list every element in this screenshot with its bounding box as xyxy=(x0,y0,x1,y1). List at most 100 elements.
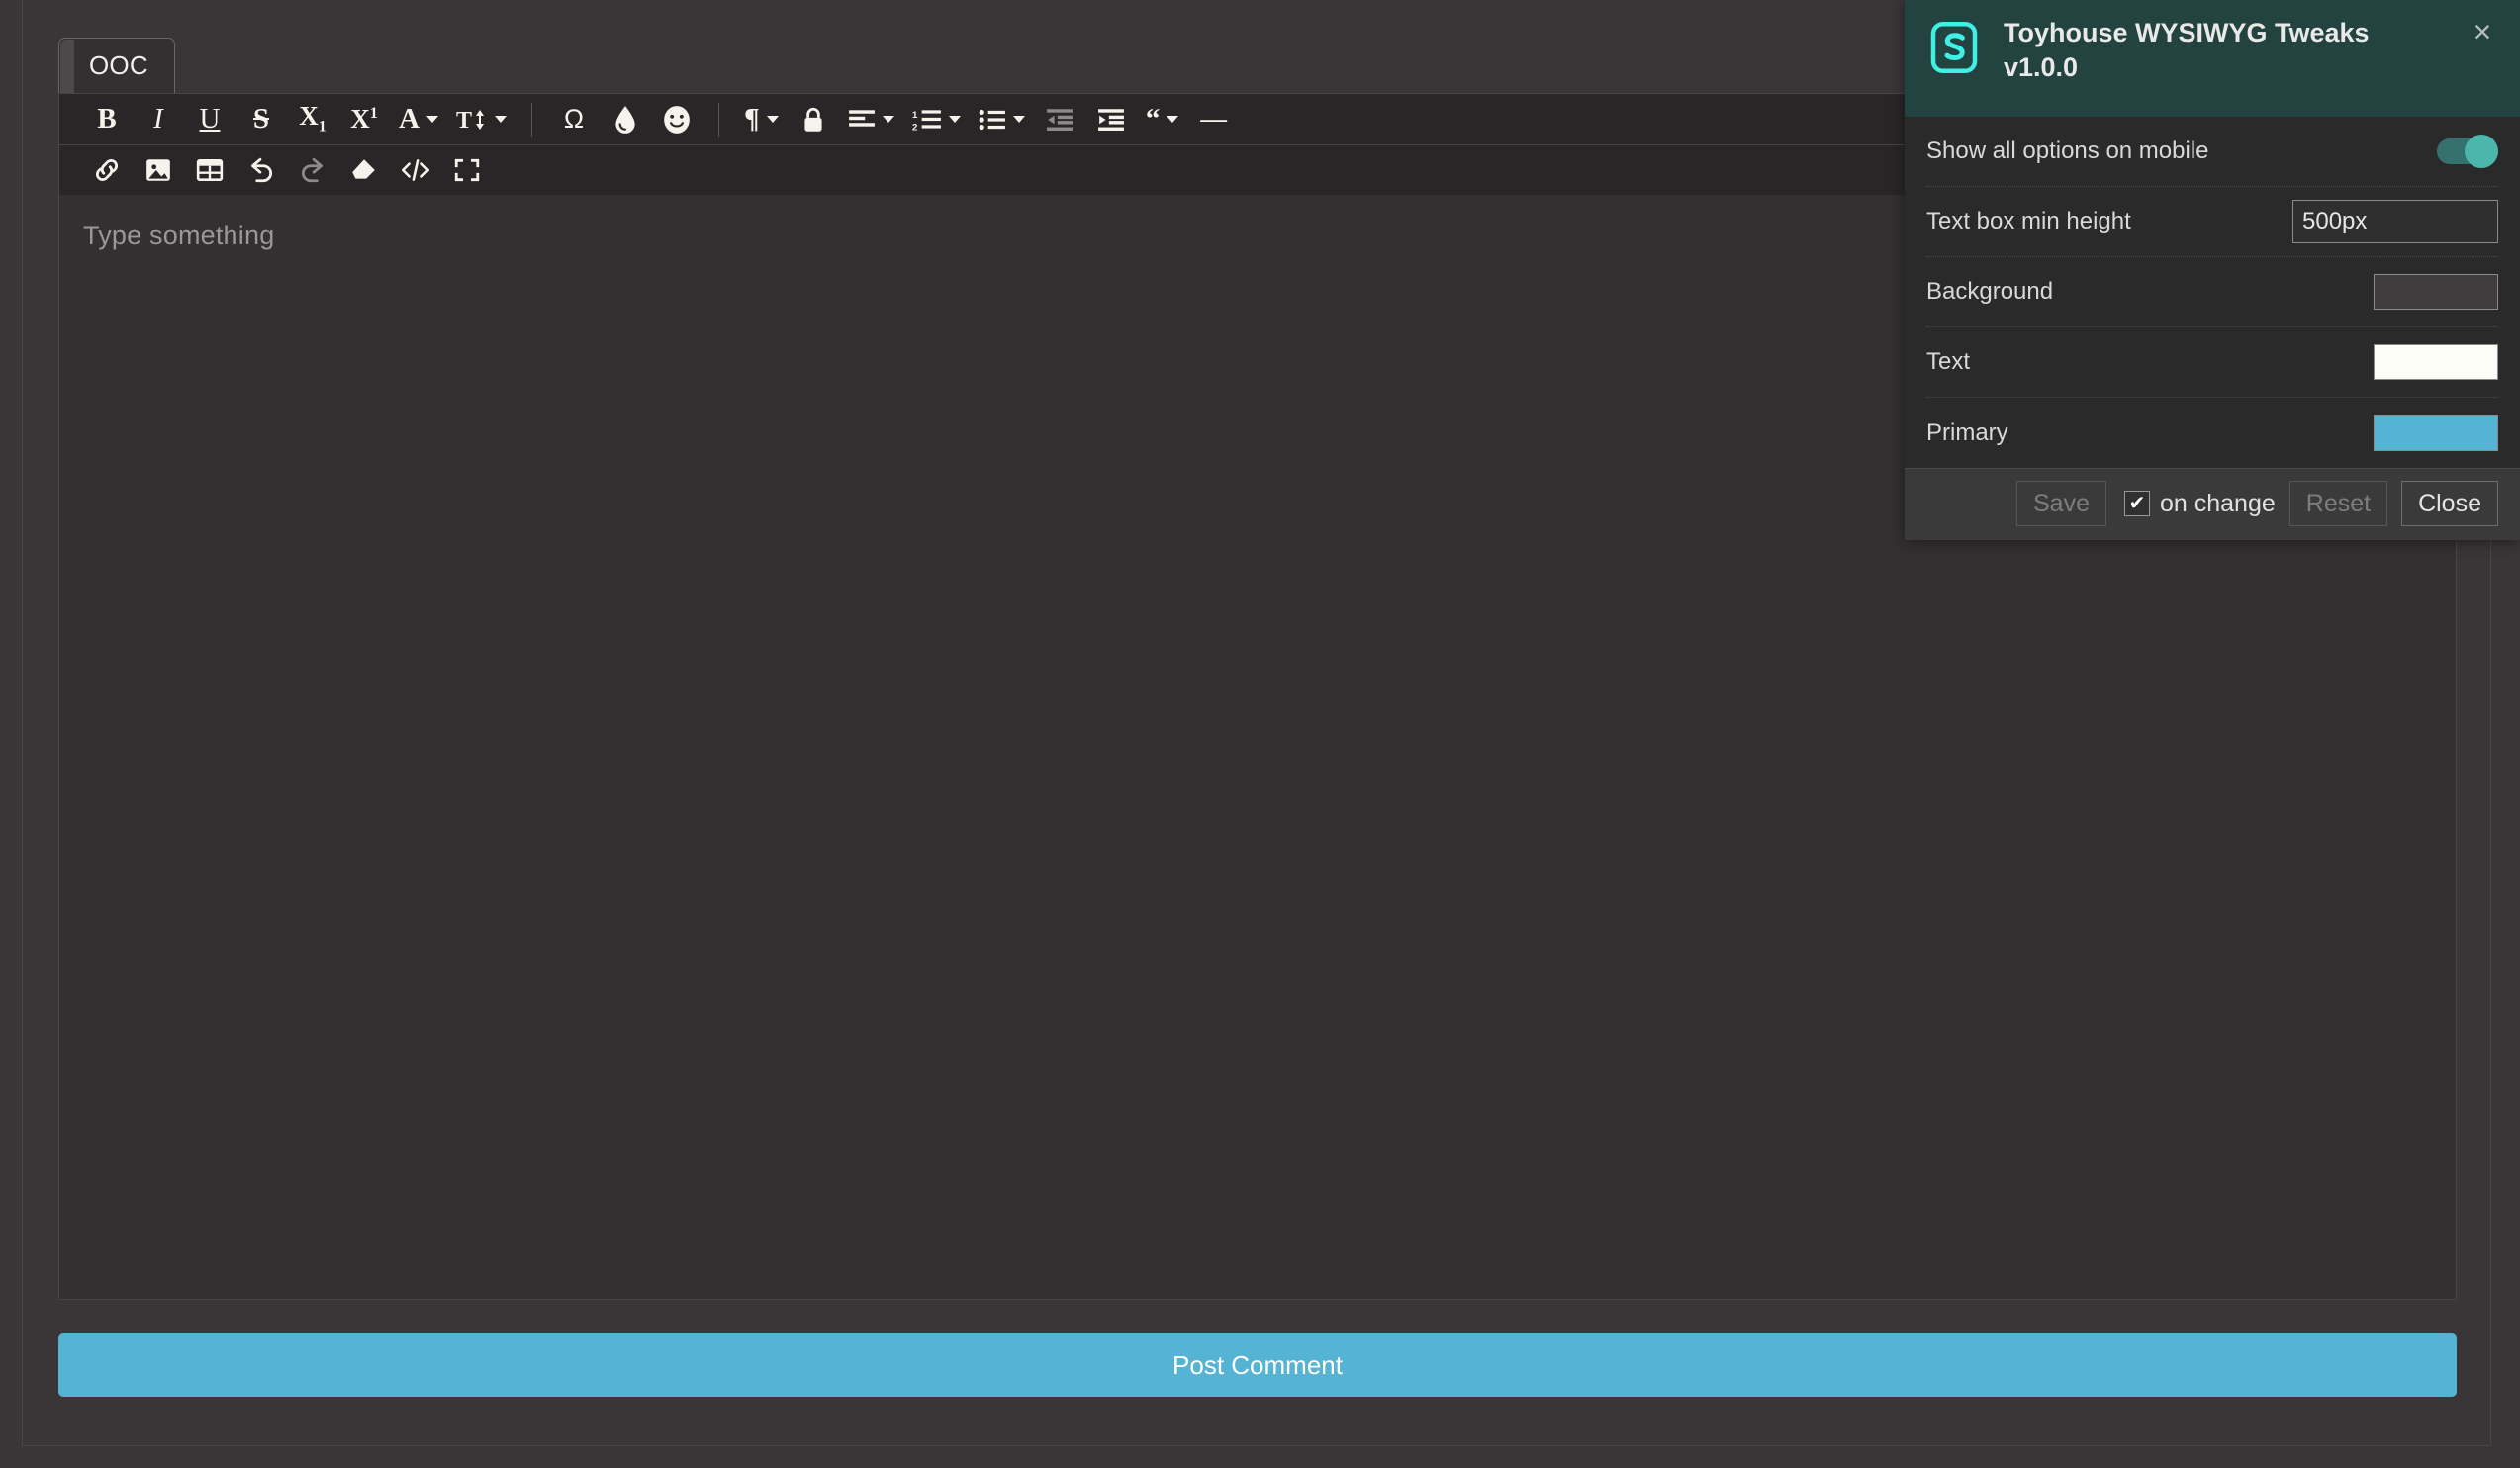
pilcrow-icon: ¶ xyxy=(743,103,760,135)
horizontal-rule-icon: — xyxy=(1200,104,1228,134)
image-icon xyxy=(146,159,170,181)
bold-icon: B xyxy=(97,103,117,135)
underline-icon: U xyxy=(199,103,221,135)
text-color-button[interactable] xyxy=(608,98,642,141)
toolbar-separator xyxy=(530,102,532,137)
code-icon xyxy=(401,159,430,181)
ordered-list-icon: 1 2 xyxy=(912,109,941,133)
emoji-button[interactable] xyxy=(660,98,694,141)
chevron-down-icon xyxy=(882,116,894,123)
setting-label-show-all-options: Show all options on mobile xyxy=(1926,138,2209,164)
align-button[interactable] xyxy=(848,98,894,141)
font-family-button[interactable]: A xyxy=(399,98,438,141)
subscript-button[interactable]: X1 xyxy=(296,98,329,141)
font-size-icon: T xyxy=(456,108,484,134)
code-view-button[interactable] xyxy=(399,148,432,192)
show-all-options-toggle[interactable] xyxy=(2437,135,2498,168)
stylus-s-logo-icon xyxy=(1930,21,1978,74)
font-family-icon: A xyxy=(399,103,420,135)
superscript-button[interactable]: X1 xyxy=(347,98,381,141)
setting-row-text-box-min-height: Text box min height xyxy=(1926,187,2498,257)
omega-icon: Ω xyxy=(563,104,585,134)
special-character-button[interactable]: Ω xyxy=(557,98,591,141)
outdent-button[interactable] xyxy=(1043,98,1076,141)
underline-button[interactable]: U xyxy=(193,98,227,141)
chevron-down-icon xyxy=(494,116,507,123)
blockquote-button[interactable]: “ xyxy=(1146,98,1179,141)
on-change-checkbox[interactable]: ✔ xyxy=(2123,491,2150,516)
ordered-list-button[interactable]: 1 2 xyxy=(912,98,961,141)
svg-text:1: 1 xyxy=(912,109,918,120)
droplet-icon xyxy=(615,105,635,134)
redo-button[interactable] xyxy=(296,148,329,192)
setting-row-primary-color: Primary xyxy=(1926,398,2498,468)
chevron-down-icon xyxy=(425,116,438,123)
unordered-list-icon xyxy=(979,109,1005,130)
settings-panel-footer: Save ✔ on change Reset Close xyxy=(1905,468,2520,540)
strikethrough-button[interactable]: S xyxy=(244,98,278,141)
setting-row-background-color: Background xyxy=(1926,257,2498,327)
indent-icon xyxy=(1097,108,1124,131)
save-button[interactable]: Save xyxy=(2016,481,2106,526)
chevron-down-icon xyxy=(948,116,961,123)
svg-text:T: T xyxy=(456,108,472,134)
align-left-icon xyxy=(848,109,875,127)
setting-label-primary: Primary xyxy=(1926,418,2008,446)
insert-link-button[interactable] xyxy=(90,148,124,192)
link-icon xyxy=(95,158,119,182)
redo-icon xyxy=(302,157,323,183)
fullscreen-button[interactable] xyxy=(450,148,484,192)
on-change-label: on change xyxy=(2159,489,2276,517)
settings-panel-body: Show all options on mobile Text box min … xyxy=(1905,117,2520,468)
font-size-button[interactable]: T xyxy=(456,98,507,141)
settings-panel-header: Toyhouse WYSIWYG Tweaks v1.0.0 × xyxy=(1905,0,2520,117)
chevron-down-icon xyxy=(1012,116,1025,123)
insert-image-button[interactable] xyxy=(141,148,175,192)
chevron-down-icon xyxy=(1167,116,1179,123)
close-icon[interactable]: × xyxy=(2463,12,2502,51)
setting-row-text-color: Text xyxy=(1926,327,2498,398)
undo-button[interactable] xyxy=(244,148,278,192)
setting-row-show-all-options: Show all options on mobile xyxy=(1926,117,2498,187)
strikethrough-icon: S xyxy=(252,103,270,135)
undo-icon xyxy=(251,157,272,183)
paragraph-format-button[interactable]: ¶ xyxy=(744,98,779,141)
indent-button[interactable] xyxy=(1094,98,1128,141)
superscript-icon: X1 xyxy=(350,104,378,134)
italic-icon: I xyxy=(153,103,163,135)
tab-ooc-label: OOC xyxy=(89,50,148,80)
eraser-icon xyxy=(352,159,375,179)
setting-label-text: Text xyxy=(1926,348,1971,375)
bold-button[interactable]: B xyxy=(90,98,124,141)
clear-formatting-button[interactable] xyxy=(347,148,381,192)
reset-button[interactable]: Reset xyxy=(2288,481,2388,526)
setting-label-text-box-min-height: Text box min height xyxy=(1926,208,2131,234)
unordered-list-button[interactable] xyxy=(979,98,1025,141)
post-comment-button[interactable]: Post Comment xyxy=(58,1333,2457,1397)
setting-label-background: Background xyxy=(1926,278,2054,305)
settings-panel-title: Toyhouse WYSIWYG Tweaks v1.0.0 xyxy=(2004,18,2370,82)
tab-ooc[interactable]: OOC xyxy=(58,38,175,93)
chevron-down-icon xyxy=(766,116,779,123)
primary-color-swatch[interactable] xyxy=(2374,414,2498,451)
horizontal-rule-button[interactable]: — xyxy=(1197,98,1231,141)
quote-icon: “ xyxy=(1145,103,1161,135)
lock-button[interactable] xyxy=(796,98,830,141)
toolbar-separator xyxy=(717,102,719,137)
page-root: OOC B I U S X1 X1 A T Ω ¶ 1 2 “ — Type s… xyxy=(0,0,2520,1468)
svg-text:2: 2 xyxy=(912,122,917,132)
italic-button[interactable]: I xyxy=(141,98,175,141)
smiley-icon xyxy=(664,105,690,134)
fullscreen-icon xyxy=(454,158,480,182)
settings-panel: Toyhouse WYSIWYG Tweaks v1.0.0 × Show al… xyxy=(1905,0,2520,540)
on-change-checkbox-wrapper[interactable]: ✔ on change xyxy=(2123,489,2276,518)
subscript-icon: X1 xyxy=(299,101,327,136)
outdent-icon xyxy=(1046,108,1073,131)
background-color-swatch[interactable] xyxy=(2374,274,2498,310)
close-button[interactable]: Close xyxy=(2401,481,2498,526)
toggle-knob xyxy=(2465,135,2498,168)
table-icon xyxy=(196,159,224,181)
text-color-swatch[interactable] xyxy=(2374,344,2498,380)
text-box-min-height-input[interactable] xyxy=(2292,200,2498,243)
insert-table-button[interactable] xyxy=(193,148,227,192)
